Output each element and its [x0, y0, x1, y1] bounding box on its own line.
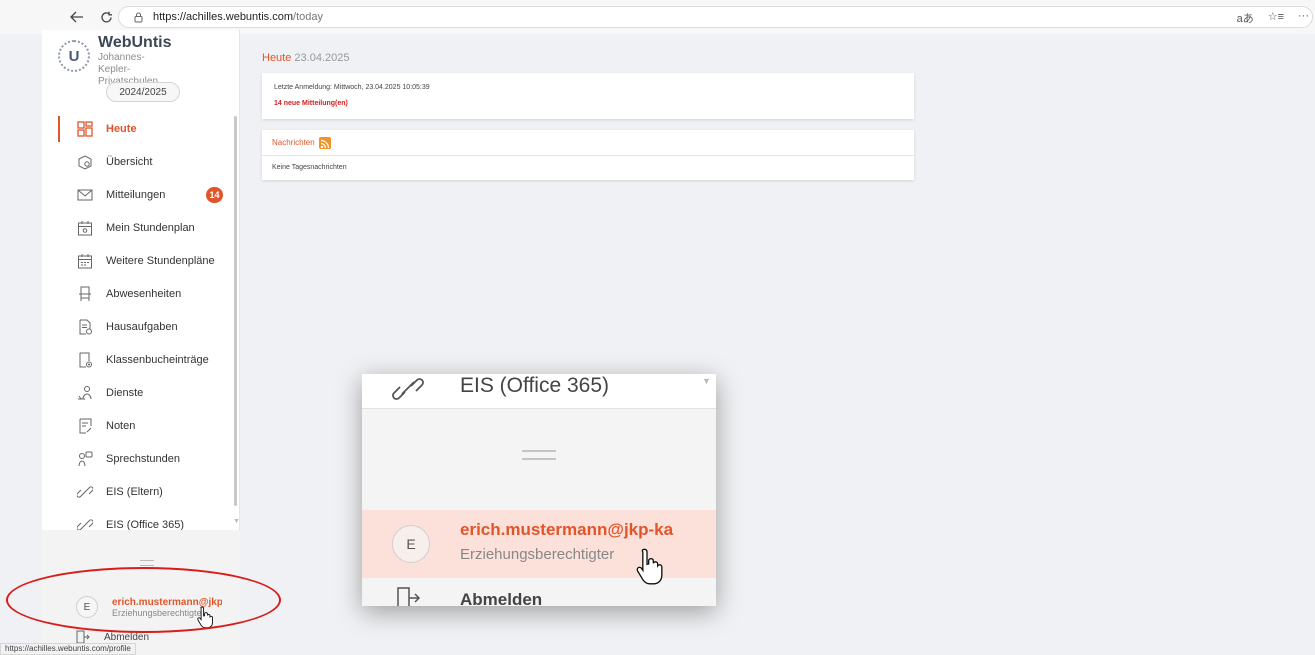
- consultation-icon: [76, 450, 94, 468]
- logo[interactable]: U WebUntis Johannes-Kepler-Privatschulen: [58, 34, 171, 88]
- sidebar-item-dienste[interactable]: Dienste: [42, 376, 240, 409]
- calendar-grid-icon: [76, 252, 94, 270]
- sidebar-item-label: EIS (Eltern): [106, 485, 163, 498]
- sidebar-item-mein-stundenplan[interactable]: Mein Stundenplan: [42, 211, 240, 244]
- unread-badge: 14: [206, 187, 223, 203]
- sidebar-item-uebersicht[interactable]: Übersicht: [42, 145, 240, 178]
- reload-icon: [100, 11, 112, 22]
- sidebar-item-eis-eltern[interactable]: EIS (Eltern): [42, 475, 240, 508]
- rss-icon[interactable]: [318, 136, 331, 149]
- sidebar-item-label: Klassenbucheinträge: [106, 353, 209, 366]
- drawer-handle-icon: [522, 450, 556, 460]
- sidebar-menu: Heute Übersicht Mitteilungen 14 Mein Stu…: [42, 112, 240, 541]
- zoom-logout-label: Abmelden: [460, 590, 543, 606]
- sidebar-item-weitere-stundenplaene[interactable]: Weitere Stundenpläne: [42, 244, 240, 277]
- news-card: Nachrichten Keine Tagesnachrichten: [262, 130, 914, 180]
- sidebar-item-klassenbucheintraege[interactable]: Klassenbucheinträge: [42, 343, 240, 376]
- grades-icon: [76, 417, 94, 435]
- url-path: /today: [293, 11, 323, 23]
- reader-mode-icon[interactable]: aあ: [1237, 10, 1254, 26]
- status-bar-url: https://achilles.webuntis.com/profile: [0, 643, 136, 655]
- login-info-card: Letzte Anmeldung: Mittwoch, 23.04.2025 1…: [262, 73, 914, 119]
- no-news-text: Keine Tagesnachrichten: [272, 164, 347, 171]
- scroll-down-arrow-icon[interactable]: ▼: [233, 518, 240, 525]
- news-title: Nachrichten: [272, 138, 315, 147]
- page-title: Heute 23.04.2025: [262, 52, 349, 64]
- zoom-profile-role: Erziehungsberechtigter: [460, 546, 615, 563]
- school-year-selector[interactable]: 2024/2025: [106, 82, 180, 102]
- back-button[interactable]: [66, 6, 88, 28]
- page-title-date: 23.04.2025: [294, 52, 350, 64]
- calendar-icon: [76, 219, 94, 237]
- sidebar-item-sprechstunden[interactable]: Sprechstunden: [42, 442, 240, 475]
- sidebar-scrollbar[interactable]: [234, 116, 237, 506]
- sidebar-item-label: Sprechstunden: [106, 452, 180, 465]
- browser-actions: aあ ☆≡ ···: [1237, 10, 1309, 26]
- last-login-text: Letzte Anmeldung: Mittwoch, 23.04.2025 1…: [274, 84, 430, 91]
- new-messages-link[interactable]: 14 neue Mitteilung(en): [274, 100, 348, 107]
- lock-icon: [131, 10, 145, 24]
- browser-toolbar: https://achilles.webuntis.com/today aあ ☆…: [0, 0, 1315, 34]
- avatar: E: [392, 525, 430, 563]
- url-host: https://achilles.webuntis.com: [153, 11, 294, 23]
- homework-icon: [76, 318, 94, 336]
- sidebar-item-mitteilungen[interactable]: Mitteilungen 14: [42, 178, 240, 211]
- classbook-icon: [76, 351, 94, 369]
- hand-cursor-icon: [636, 548, 663, 585]
- sidebar-item-label: Mein Stundenplan: [106, 221, 195, 234]
- sidebar-item-label: Übersicht: [106, 155, 153, 168]
- overview-icon: [76, 153, 94, 171]
- arrow-left-icon: [70, 11, 83, 23]
- sidebar-item-label: Heute: [106, 122, 137, 135]
- logout-icon: [397, 587, 421, 606]
- chair-icon: [76, 285, 94, 303]
- news-header: Nachrichten: [262, 130, 914, 156]
- favorites-icon[interactable]: ☆≡: [1268, 10, 1284, 26]
- sidebar-item-label: EIS (Office 365): [106, 518, 185, 531]
- sidebar-item-label: Mitteilungen: [106, 188, 166, 201]
- duties-icon: [76, 384, 94, 402]
- sidebar-item-heute[interactable]: Heute: [42, 112, 240, 145]
- more-menu-icon[interactable]: ···: [1298, 10, 1309, 26]
- sidebar-item-hausaufgaben[interactable]: Hausaufgaben: [42, 310, 240, 343]
- address-bar[interactable]: https://achilles.webuntis.com/today: [118, 6, 1313, 28]
- zoom-sidebar-item-eis-office-365: EIS (Office 365) ▼: [362, 374, 716, 408]
- zoom-profile-email: erich.mustermann@jkp-ka: [460, 520, 674, 539]
- logout-label: Abmelden: [104, 631, 150, 643]
- zoom-top-label: EIS (Office 365): [460, 374, 610, 397]
- sidebar: U WebUntis Johannes-Kepler-Privatschulen…: [42, 30, 240, 655]
- webuntis-logo-icon: U: [58, 40, 90, 72]
- sidebar-item-label: Weitere Stundenpläne: [106, 254, 215, 267]
- link-icon: [392, 378, 424, 400]
- link-icon: [76, 483, 94, 501]
- sidebar-item-abwesenheiten[interactable]: Abwesenheiten: [42, 277, 240, 310]
- highlight-ring: [6, 567, 281, 633]
- sidebar-item-label: Abwesenheiten: [106, 287, 182, 300]
- dashboard-icon: [76, 120, 94, 138]
- sidebar-item-label: Hausaufgaben: [106, 320, 178, 333]
- reload-button[interactable]: [95, 6, 117, 28]
- brand-name: WebUntis: [98, 34, 172, 51]
- page-title-text: Heute: [262, 52, 292, 64]
- url-text: https://achilles.webuntis.com/today: [153, 11, 323, 23]
- sidebar-item-label: Noten: [106, 419, 136, 432]
- sidebar-item-label: Dienste: [106, 386, 144, 399]
- drawer-handle-icon[interactable]: [140, 560, 154, 566]
- mail-icon: [76, 186, 94, 204]
- logout-icon: [76, 630, 90, 644]
- sidebar-item-noten[interactable]: Noten: [42, 409, 240, 442]
- zoom-inset: EIS (Office 365) ▼ E erich.mustermann@jk…: [362, 374, 716, 606]
- scroll-down-arrow-icon: ▼: [702, 376, 711, 386]
